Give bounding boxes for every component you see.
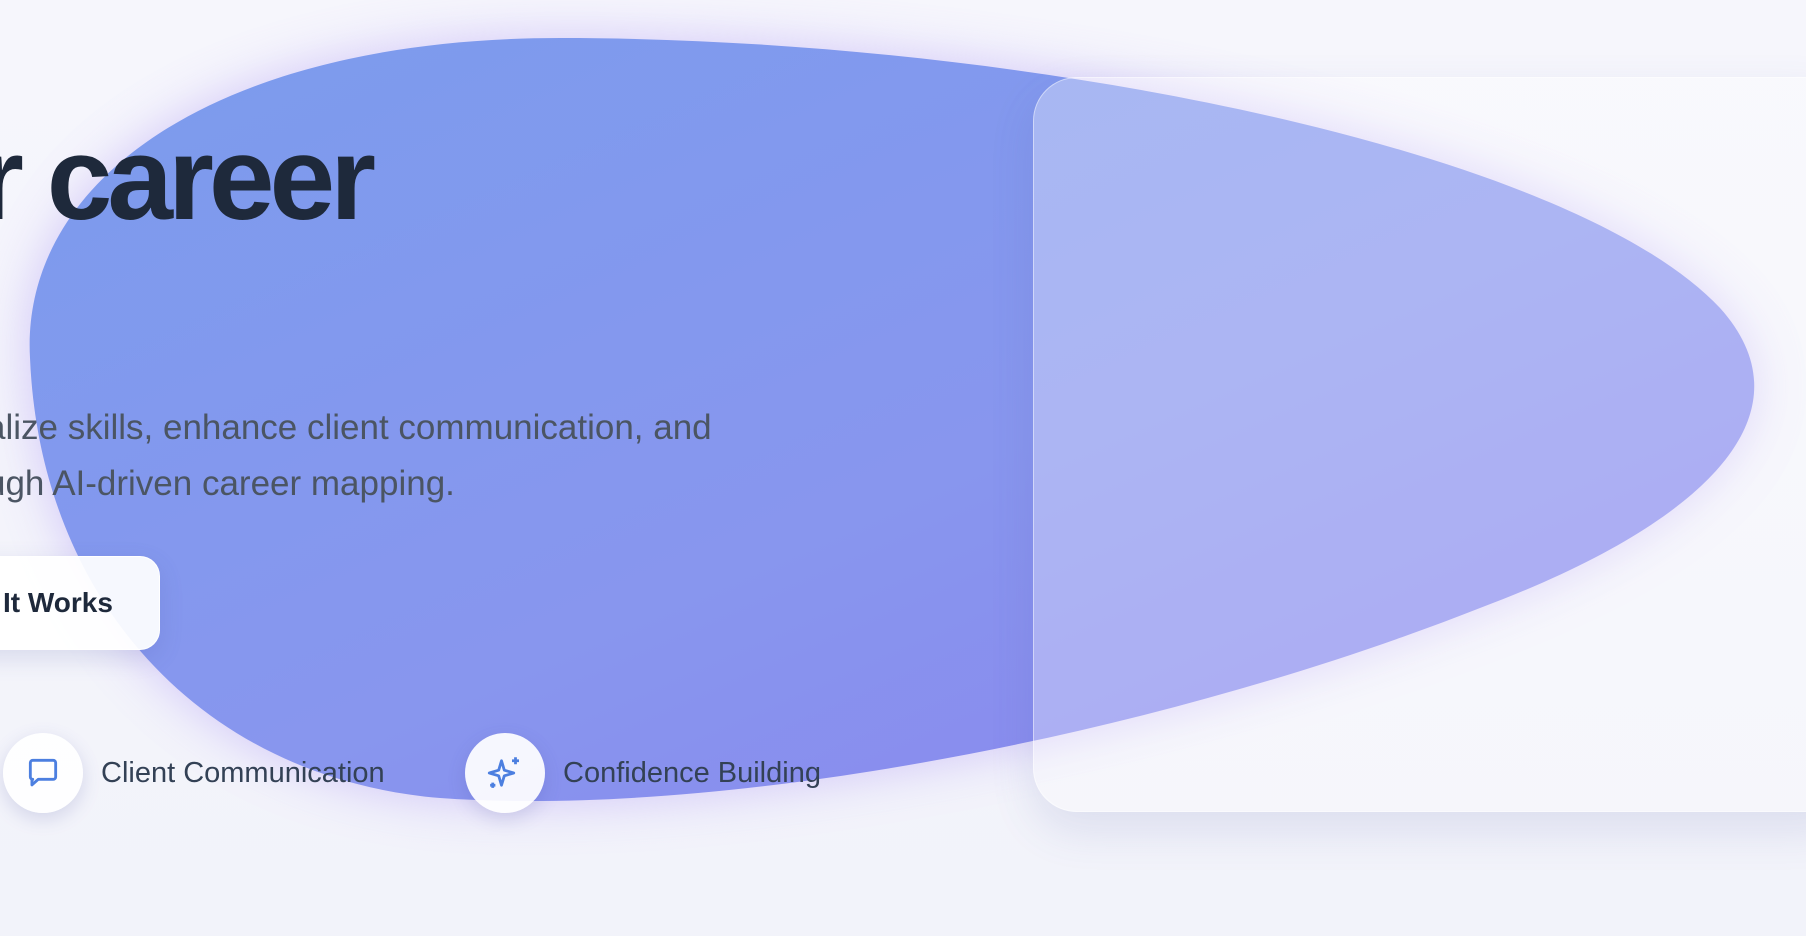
hero-subtitle-line-1: alize skills, enhance client communicati… [0, 408, 712, 447]
hero-subtitle-line-2: ugh AI-driven career mapping. [0, 464, 455, 503]
feature-client-communication: Client Communication [3, 733, 385, 813]
chat-bubble-icon [3, 733, 83, 813]
sparkle-icon [465, 733, 545, 813]
hero-subtitle: alize skills, enhance client communicati… [0, 400, 712, 512]
feature-label: Client Communication [101, 756, 385, 789]
hero-section: r career alize skills, enhance client co… [0, 0, 1806, 936]
feature-confidence-building: Confidence Building [465, 733, 821, 813]
feature-label: Confidence Building [563, 756, 821, 789]
how-it-works-label: It Works [3, 587, 113, 618]
how-it-works-button[interactable]: It Works [0, 556, 160, 650]
glass-preview-card [1033, 77, 1806, 812]
hero-headline: r career [0, 113, 376, 245]
